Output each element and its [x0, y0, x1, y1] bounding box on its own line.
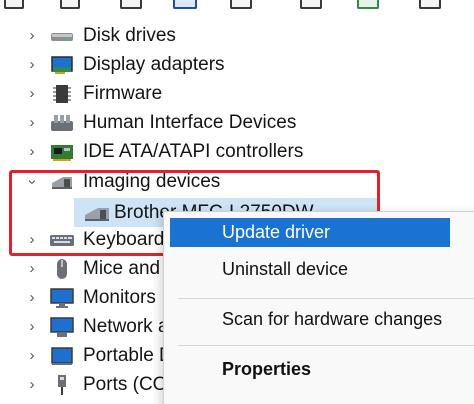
chevron-right-icon[interactable]: ›: [26, 57, 38, 73]
mouse-icon: [49, 258, 75, 280]
tree-item-label: Mice and: [83, 258, 161, 279]
chevron-right-icon[interactable]: ›: [26, 377, 38, 393]
chevron-right-icon[interactable]: ›: [26, 144, 38, 160]
network-adapter-icon: [49, 316, 75, 338]
firmware-chip-icon: [49, 83, 75, 105]
tree-item-disk-drives[interactable]: › Disk drives: [0, 22, 474, 51]
port-icon: [49, 374, 75, 396]
tree-item-human-interface-devices[interactable]: › Human Interface Devices: [0, 109, 474, 138]
menu-item-uninstall-device[interactable]: Uninstall device: [170, 255, 450, 284]
disk-drive-icon: [49, 25, 75, 47]
menu-separator: [178, 298, 474, 299]
tree-item-label: Portable D: [83, 345, 173, 366]
tree-item-display-adapters[interactable]: › Display adapters: [0, 51, 474, 80]
toolbar-monitor-icon[interactable]: [300, 0, 322, 9]
chevron-right-icon[interactable]: ›: [26, 319, 38, 335]
tree-item-label: Firmware: [83, 83, 163, 104]
tree-item-ide-controllers[interactable]: › IDE ATA/ATAPI controllers: [0, 138, 474, 167]
menu-item-scan-hardware[interactable]: Scan for hardware changes: [170, 305, 450, 334]
menu-item-update-driver[interactable]: Update driver: [170, 218, 450, 247]
tree-item-label: IDE ATA/ATAPI controllers: [83, 141, 304, 162]
chevron-right-icon[interactable]: ›: [26, 261, 38, 277]
context-menu: Update driver Uninstall device Scan for …: [163, 211, 474, 404]
chevron-right-icon[interactable]: ›: [26, 115, 38, 131]
toolbar: [0, 0, 474, 12]
tree-item-label: Display adapters: [83, 54, 225, 75]
toolbar-properties-icon[interactable]: [120, 0, 142, 9]
tree-item-label: Network a: [83, 316, 169, 337]
tree-item-label: Human Interface Devices: [83, 112, 297, 133]
toolbar-view-icon[interactable]: [230, 0, 252, 9]
menu-separator: [178, 345, 474, 346]
tree-item-firmware[interactable]: › Firmware: [0, 80, 474, 109]
toolbar-back-icon[interactable]: [4, 0, 24, 9]
ide-controller-icon: [49, 141, 75, 163]
chevron-right-icon[interactable]: ›: [26, 86, 38, 102]
menu-item-properties[interactable]: Properties: [170, 355, 450, 384]
monitor-icon: [49, 287, 75, 309]
toolbar-help-icon[interactable]: [173, 0, 197, 9]
chevron-right-icon[interactable]: ›: [26, 290, 38, 306]
toolbar-scan-icon[interactable]: [357, 0, 379, 9]
portable-device-icon: [49, 345, 75, 367]
hid-icon: [49, 112, 75, 134]
chevron-right-icon[interactable]: ›: [26, 28, 38, 44]
chevron-right-icon[interactable]: ›: [26, 348, 38, 364]
display-adapter-icon: [49, 54, 75, 76]
tree-item-label: Disk drives: [83, 25, 176, 46]
toolbar-forward-icon[interactable]: [60, 0, 80, 9]
toolbar-remove-icon[interactable]: [419, 0, 441, 9]
tree-item-label: Monitors: [83, 287, 156, 308]
